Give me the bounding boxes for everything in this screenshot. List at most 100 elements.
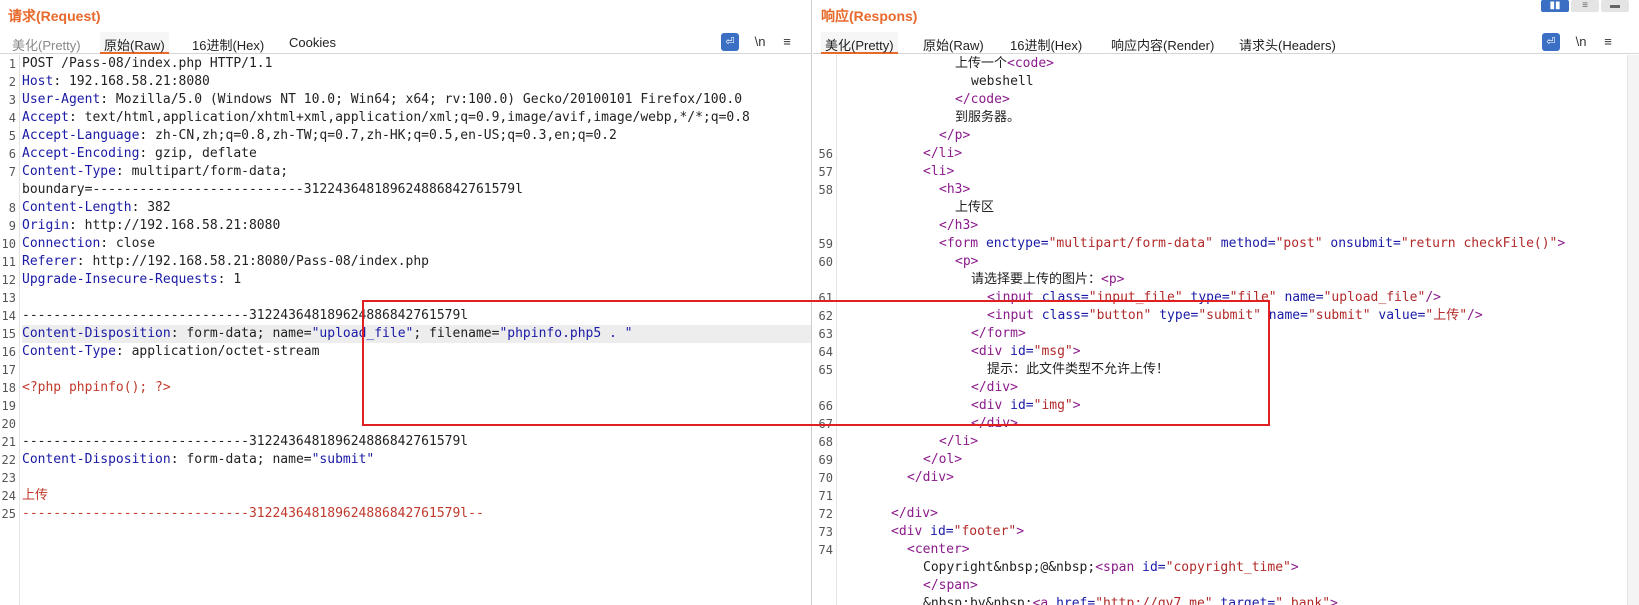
code-line[interactable]: <form enctype="multipart/form-data" meth…	[843, 235, 1639, 253]
code-line[interactable]: -----------------------------31224364818…	[22, 307, 811, 325]
line-number	[813, 217, 836, 235]
response-tab-pretty[interactable]: 美化(Pretty)	[821, 32, 898, 54]
line-number	[813, 559, 836, 577]
code-line[interactable]: -----------------------------31224364818…	[22, 433, 811, 451]
code-line[interactable]: Copyright&nbsp;@&nbsp;<span id="copyrigh…	[843, 559, 1639, 577]
code-token: name=	[1276, 290, 1324, 305]
code-line[interactable]: Content-Type: multipart/form-data;	[22, 163, 811, 181]
code-line[interactable]: <input class="input_file" type="file" na…	[843, 289, 1639, 307]
single-view-icon[interactable]: ▬	[1601, 0, 1629, 12]
wrap-icon[interactable]: ⏎	[1542, 33, 1560, 51]
line-number: 3	[8, 93, 16, 107]
code-line[interactable]: -----------------------------31224364818…	[22, 505, 811, 523]
code-line[interactable]: <center>	[843, 541, 1639, 559]
code-token: boundary=---------------------------3122…	[22, 182, 523, 197]
line-number: 22	[1, 453, 16, 467]
code-line[interactable]	[22, 469, 811, 487]
code-line[interactable]: </div>	[843, 505, 1639, 523]
horizontal-view-icon[interactable]: ≡	[1571, 0, 1599, 12]
split-view-icon[interactable]: ▮▮	[1541, 0, 1569, 12]
code-line[interactable]: 上传	[22, 487, 811, 505]
code-line[interactable]: Connection: close	[22, 235, 811, 253]
code-line[interactable]: <p>	[843, 253, 1639, 271]
code-line[interactable]: 提示：此文件类型不允许上传！	[843, 361, 1639, 379]
code-line[interactable]: Accept-Language: zh-CN,zh;q=0.8,zh-TW;q=…	[22, 127, 811, 145]
response-code[interactable]: 上传一个<code> webshell </code> 到服务器。 </p> </li> <…	[843, 55, 1639, 605]
response-title: 响应(Respons)	[821, 8, 918, 24]
code-line[interactable]: User-Agent: Mozilla/5.0 (Windows NT 10.0…	[22, 91, 811, 109]
response-tab-hex[interactable]: 16进制(Hex)	[1006, 32, 1086, 54]
code-line[interactable]: Content-Length: 382	[22, 199, 811, 217]
code-token: : Mozilla/5.0 (Windows NT 10.0; Win64; x…	[100, 92, 743, 107]
line-number: 68	[818, 435, 833, 449]
request-editor[interactable]: 1 2 3 4 5 6 7 8 9 10 11 12 13 14 15 16 17 18 19 20 21 22 23 24 2…	[0, 55, 811, 605]
code-line[interactable]: 到服务器。	[843, 109, 1639, 127]
code-line[interactable]: </div>	[843, 379, 1639, 397]
code-line[interactable]	[22, 361, 811, 379]
code-line[interactable]: <li>	[843, 163, 1639, 181]
response-tab-raw[interactable]: 原始(Raw)	[919, 32, 988, 54]
code-token: <span	[1095, 560, 1143, 575]
code-line[interactable]: Accept-Encoding: gzip, deflate	[22, 145, 811, 163]
response-editor[interactable]: 56 57 58 59 60 61 62 63 64 65 66 67 68 69 70 71 72 73 74 上…	[813, 55, 1639, 605]
code-line[interactable]: Referer: http://192.168.58.21:8080/Pass-…	[22, 253, 811, 271]
code-line[interactable]	[22, 415, 811, 433]
line-number: 72	[818, 507, 833, 521]
line-number: 12	[1, 273, 16, 287]
code-token: </span>	[923, 578, 978, 593]
code-line[interactable]: 上传区	[843, 199, 1639, 217]
code-line[interactable]: &nbsp;by&nbsp;<a href="http://gv7.me" ta…	[843, 595, 1639, 605]
code-line[interactable]: <div id="footer">	[843, 523, 1639, 541]
request-line-numbers: 1 2 3 4 5 6 7 8 9 10 11 12 13 14 15 16 17 18 19 20 21 22 23 24 2…	[0, 55, 20, 605]
code-line[interactable]: <?php phpinfo(); ?>	[22, 379, 811, 397]
menu-icon[interactable]: ≡	[778, 33, 796, 51]
request-tab-raw[interactable]: 原始(Raw)	[100, 32, 169, 54]
code-line[interactable]: </div>	[843, 415, 1639, 433]
code-line[interactable]: </li>	[843, 145, 1639, 163]
code-line[interactable]: Upgrade-Insecure-Requests: 1	[22, 271, 811, 289]
code-line[interactable]: webshell	[843, 73, 1639, 91]
code-line[interactable]: <div id="img">	[843, 397, 1639, 415]
code-line[interactable]: </ol>	[843, 451, 1639, 469]
request-tab-cookies[interactable]: Cookies	[285, 32, 340, 54]
code-line[interactable]: Content-Type: application/octet-stream	[22, 343, 811, 361]
response-tab-headers[interactable]: 请求头(Headers)	[1235, 32, 1340, 54]
request-tab-hex[interactable]: 16进制(Hex)	[188, 32, 268, 54]
response-pane: 响应(Respons) ▮▮ ≡ ▬ 美化(Pretty) 原始(Raw) 16…	[813, 0, 1639, 605]
code-line[interactable]: Accept: text/html,application/xhtml+xml,…	[22, 109, 811, 127]
code-line[interactable]: 请选择要上传的图片：<p>	[843, 271, 1639, 289]
code-token: method=	[1212, 236, 1276, 251]
newline-icon[interactable]: \n	[751, 33, 769, 51]
code-line[interactable]	[843, 487, 1639, 505]
code-line[interactable]: Content-Disposition: form-data; name="up…	[22, 325, 811, 343]
code-line[interactable]: boundary=---------------------------3122…	[22, 181, 811, 199]
code-line[interactable]: <div id="msg">	[843, 343, 1639, 361]
code-line[interactable]: <input class="button" type="submit" name…	[843, 307, 1639, 325]
code-line[interactable]: </p>	[843, 127, 1639, 145]
wrap-icon[interactable]: ⏎	[721, 33, 739, 51]
code-line[interactable]	[22, 397, 811, 415]
line-number: 60	[818, 255, 833, 269]
code-token: : close	[100, 236, 156, 251]
code-line[interactable]: </div>	[843, 469, 1639, 487]
code-line[interactable]	[22, 289, 811, 307]
newline-icon[interactable]: \n	[1572, 33, 1590, 51]
code-line[interactable]: </code>	[843, 91, 1639, 109]
code-line[interactable]: </span>	[843, 577, 1639, 595]
line-number: 70	[818, 471, 833, 485]
code-line[interactable]: </li>	[843, 433, 1639, 451]
code-line[interactable]: 上传一个<code>	[843, 55, 1639, 73]
code-line[interactable]: Host: 192.168.58.21:8080	[22, 73, 811, 91]
request-tab-pretty[interactable]: 美化(Pretty)	[8, 32, 85, 54]
code-token: : gzip, deflate	[139, 146, 257, 161]
menu-icon[interactable]: ≡	[1599, 33, 1617, 51]
code-line[interactable]: POST /Pass-08/index.php HTTP/1.1	[22, 55, 811, 73]
response-scrollbar[interactable]	[1627, 55, 1639, 605]
code-line[interactable]: <h3>	[843, 181, 1639, 199]
code-line[interactable]: </h3>	[843, 217, 1639, 235]
code-line[interactable]: Content-Disposition: form-data; name="su…	[22, 451, 811, 469]
request-code[interactable]: POST /Pass-08/index.php HTTP/1.1 Host: 19…	[22, 55, 811, 605]
code-line[interactable]: </form>	[843, 325, 1639, 343]
code-line[interactable]: Origin: http://192.168.58.21:8080	[22, 217, 811, 235]
response-tab-render[interactable]: 响应内容(Render)	[1107, 32, 1218, 54]
